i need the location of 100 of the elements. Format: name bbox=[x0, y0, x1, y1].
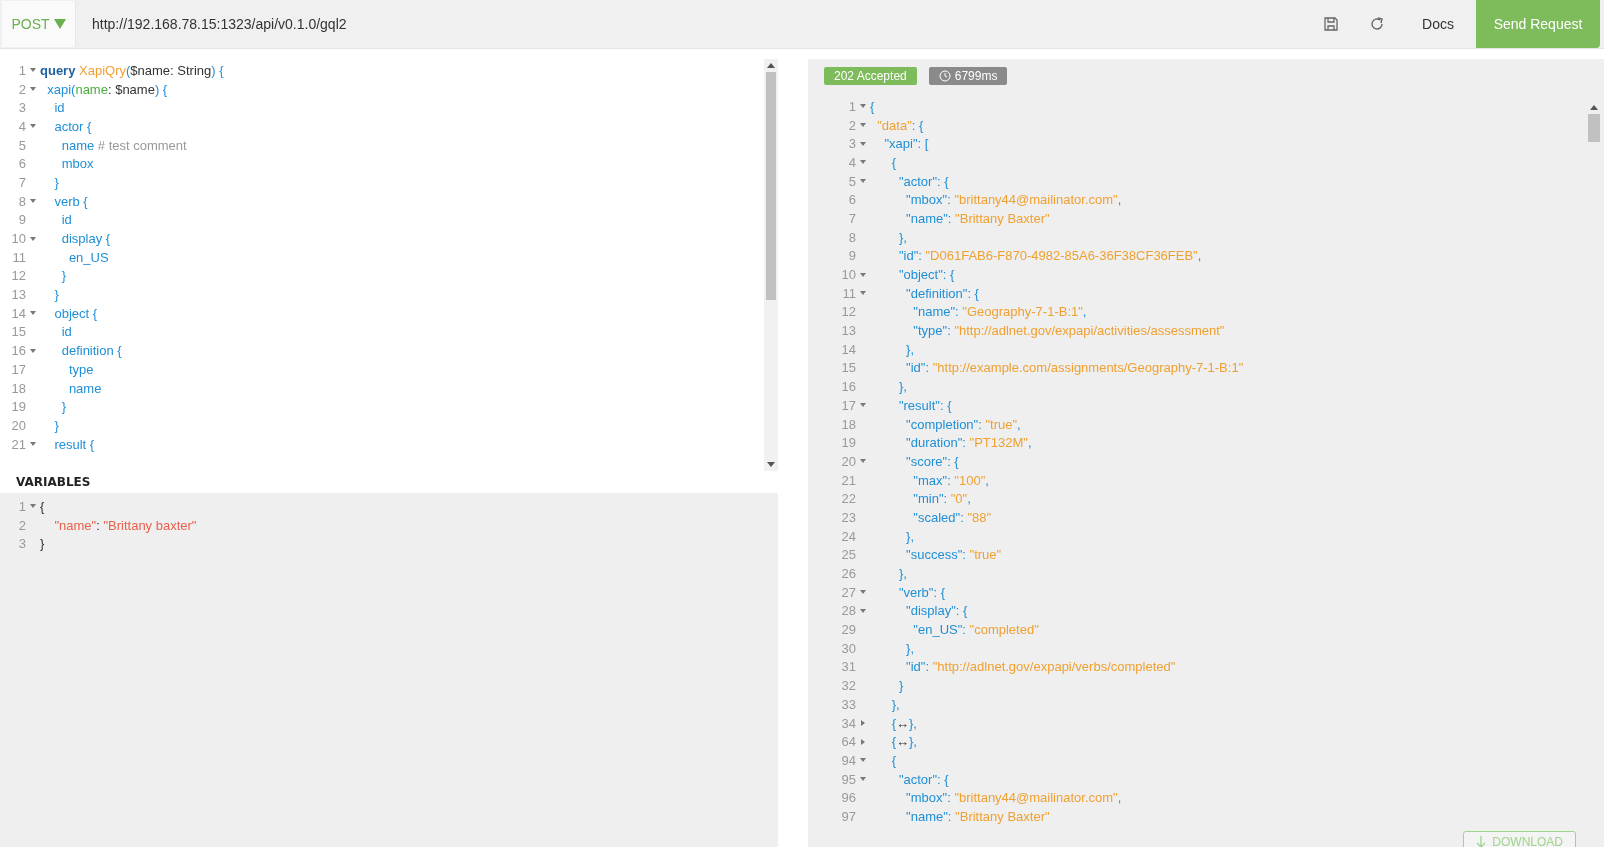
fold-caret-right-icon[interactable] bbox=[860, 738, 866, 745]
line-number: 23 bbox=[840, 509, 856, 525]
code-line: { bbox=[870, 98, 875, 114]
code-line: definition { bbox=[60, 343, 122, 359]
fold-caret-down-icon[interactable] bbox=[860, 290, 866, 297]
fold-caret-down-icon[interactable] bbox=[30, 235, 36, 242]
line-number: 5 bbox=[847, 173, 856, 189]
code-line: "verb": { bbox=[897, 584, 945, 600]
time-badge: 6799ms bbox=[928, 67, 1008, 85]
code-line: {↔}, bbox=[890, 715, 917, 731]
fold-caret-down-icon[interactable] bbox=[860, 757, 866, 764]
line-number: 18 bbox=[10, 380, 26, 396]
fold-caret-down-icon[interactable] bbox=[30, 310, 36, 317]
line-number: 2 bbox=[17, 517, 26, 533]
status-badge: 202 Accepted bbox=[824, 67, 917, 85]
line-number: 20 bbox=[10, 417, 26, 433]
docs-button[interactable]: Docs bbox=[1416, 15, 1460, 33]
line-number: 3 bbox=[847, 136, 856, 152]
fold-caret-right-icon[interactable] bbox=[860, 720, 866, 727]
url-field[interactable]: http://192.168.78.15:1323/api/v0.1.0/gql2 bbox=[92, 16, 1309, 32]
line-number: 1 bbox=[17, 498, 26, 514]
line-number: 20 bbox=[840, 453, 856, 469]
code-line: "name": "Brittany Baxter" bbox=[905, 210, 1050, 226]
line-number: 94 bbox=[840, 752, 856, 768]
line-number: 25 bbox=[840, 547, 856, 563]
save-icon[interactable] bbox=[1322, 15, 1341, 33]
line-number: 10 bbox=[10, 231, 26, 247]
line-number: 7 bbox=[17, 174, 26, 190]
clock-icon bbox=[938, 70, 951, 82]
line-number: 17 bbox=[10, 361, 26, 377]
line-number: 14 bbox=[840, 341, 856, 357]
code-line: en_US bbox=[67, 249, 109, 265]
fold-caret-down-icon[interactable] bbox=[30, 503, 36, 510]
fold-caret-down-icon[interactable] bbox=[860, 178, 866, 185]
fold-caret-down-icon[interactable] bbox=[860, 140, 866, 147]
code-line: } bbox=[60, 268, 66, 284]
fold-caret-down-icon[interactable] bbox=[30, 441, 36, 448]
scrollbar[interactable] bbox=[764, 59, 778, 471]
line-number: 18 bbox=[840, 416, 856, 432]
code-line: "min": "0", bbox=[912, 491, 971, 507]
line-number: 34 bbox=[840, 715, 856, 731]
fold-caret-down-icon[interactable] bbox=[860, 402, 866, 409]
fold-caret-down-icon[interactable] bbox=[30, 123, 36, 130]
fold-caret-down-icon[interactable] bbox=[860, 776, 866, 783]
code-line: "completion": "true", bbox=[905, 416, 1021, 432]
code-line: "definition": { bbox=[905, 285, 979, 301]
fold-caret-down-icon[interactable] bbox=[860, 122, 866, 129]
line-number: 19 bbox=[10, 399, 26, 415]
fold-caret-down-icon[interactable] bbox=[860, 607, 866, 614]
variables-editor[interactable]: 1 { 2 "name": "Brittany baxter" 3 } bbox=[0, 493, 778, 847]
line-number: 5 bbox=[17, 137, 26, 153]
line-number: 19 bbox=[840, 435, 856, 451]
line-number: 8 bbox=[847, 229, 856, 245]
fold-caret-down-icon[interactable] bbox=[860, 271, 866, 278]
line-number: 27 bbox=[840, 584, 856, 600]
code-line: "id": "http://adlnet.gov/expapi/verbs/completed" bbox=[905, 659, 1176, 675]
line-number: 14 bbox=[10, 305, 26, 321]
caret-down-icon bbox=[53, 19, 66, 29]
fold-caret-down-icon[interactable] bbox=[860, 589, 866, 596]
code-line: id bbox=[53, 100, 65, 116]
line-number: 8 bbox=[17, 193, 26, 209]
code-line: type bbox=[67, 361, 94, 377]
code-line: "type": "http://adlnet.gov/expapi/activities/assessment" bbox=[912, 323, 1225, 339]
fold-caret-down-icon[interactable] bbox=[30, 198, 36, 205]
code-line: result { bbox=[53, 436, 95, 452]
line-number: 97 bbox=[840, 808, 856, 824]
code-line: name bbox=[67, 380, 102, 396]
line-number: 95 bbox=[840, 771, 856, 787]
fold-caret-down-icon[interactable] bbox=[860, 458, 866, 465]
fold-caret-down-icon[interactable] bbox=[860, 159, 866, 166]
line-number: 96 bbox=[840, 790, 856, 806]
fold-caret-down-icon[interactable] bbox=[860, 103, 866, 110]
code-line: "score": { bbox=[905, 453, 959, 469]
code-line: }, bbox=[897, 566, 907, 582]
code-line: "mbox": "brittany44@mailinator.com", bbox=[905, 790, 1122, 806]
code-line: "scaled": "88" bbox=[912, 509, 992, 525]
code-line: {↔}, bbox=[890, 734, 917, 750]
line-number: 2 bbox=[17, 81, 26, 97]
line-number: 24 bbox=[840, 528, 856, 544]
line-number: 1 bbox=[847, 98, 856, 114]
fold-caret-down-icon[interactable] bbox=[30, 86, 36, 93]
code-line: }, bbox=[905, 341, 915, 357]
code-line: { bbox=[890, 752, 896, 768]
line-number: 13 bbox=[840, 323, 856, 339]
code-line: "name": "Brittany baxter" bbox=[53, 517, 197, 533]
code-line: actor { bbox=[53, 118, 92, 134]
line-number: 15 bbox=[10, 324, 26, 340]
line-number: 3 bbox=[17, 100, 26, 116]
code-line: "actor": { bbox=[897, 771, 949, 787]
line-number: 32 bbox=[840, 678, 856, 694]
line-number: 12 bbox=[840, 304, 856, 320]
code-line: "name": "Geography-7-1-B:1", bbox=[912, 304, 1087, 320]
line-number: 11 bbox=[11, 249, 26, 265]
line-number: 64 bbox=[840, 734, 856, 750]
download-arrow-icon bbox=[1476, 836, 1487, 847]
line-number: 29 bbox=[840, 622, 856, 638]
fold-caret-down-icon[interactable] bbox=[30, 347, 36, 354]
fold-caret-down-icon[interactable] bbox=[30, 67, 36, 74]
line-number: 4 bbox=[847, 154, 856, 170]
line-number: 9 bbox=[847, 248, 856, 264]
